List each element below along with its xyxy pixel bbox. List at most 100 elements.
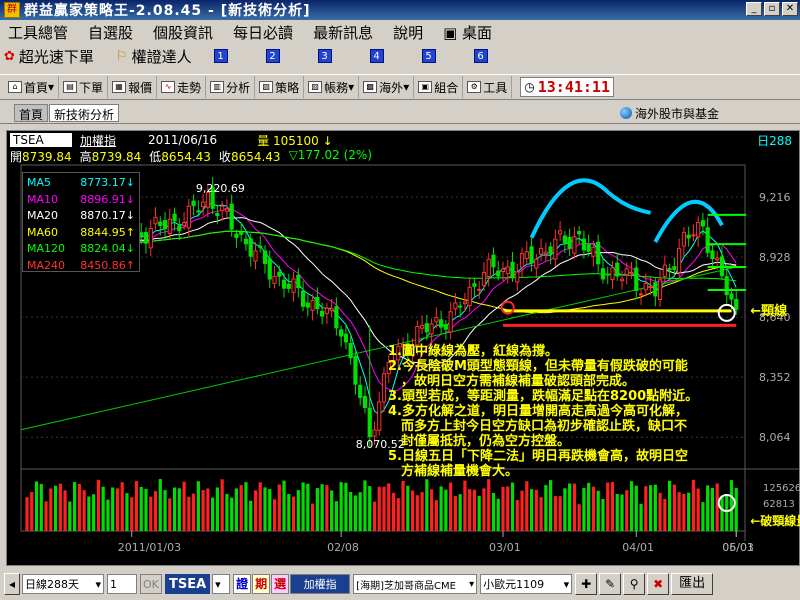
menu-desktop[interactable]: ▣ 桌面 (443, 22, 492, 43)
candle-body (667, 267, 672, 271)
volume-bar (553, 496, 557, 531)
delete-button[interactable]: ✖ (647, 573, 670, 595)
volume-bar (591, 486, 596, 531)
quick-6-button[interactable]: 6 (473, 49, 488, 63)
fast-order-button[interactable]: ✿ 超光速下單 (4, 46, 94, 67)
quick-2-button[interactable]: 2 (265, 49, 280, 63)
quick-3-button[interactable]: 3 (317, 49, 332, 63)
tools-button[interactable]: ⚙ 工具 (463, 76, 513, 98)
volume-bar (358, 492, 362, 531)
volume-bar (311, 503, 315, 531)
index-name-field[interactable]: 加權指 (290, 574, 351, 594)
volume-bar (501, 486, 505, 531)
symbol-input[interactable]: TSEA (165, 574, 211, 594)
tools-icon: ⚙ (467, 81, 482, 93)
order-button[interactable]: ▤ 下單 (59, 76, 109, 98)
candle-body (429, 323, 434, 335)
clock: ◷ 13:41:11 (520, 77, 614, 97)
menu-watchlist[interactable]: 自選股 (88, 22, 133, 43)
warrant-button[interactable]: ⚐ 權證達人 (116, 46, 192, 67)
volume-bar (315, 488, 319, 531)
ma-legend-value: 8896.91↓ (80, 192, 135, 206)
overseas-label: 海外 (379, 80, 404, 95)
candle-body (439, 319, 444, 328)
options-button[interactable]: 選 (271, 574, 290, 594)
volume-bar (487, 479, 491, 531)
volume-bar (725, 494, 729, 531)
account-button[interactable]: ▨ 帳務 ▾ (304, 76, 360, 98)
minimize-button[interactable]: _ (746, 2, 762, 16)
home-label: 首頁 (24, 80, 49, 95)
symbol-dropdown[interactable]: ▾ (212, 574, 231, 594)
index-name[interactable]: 加權指 (80, 132, 116, 149)
volume-bar (68, 501, 72, 531)
menu-news[interactable]: 最新訊息 (313, 22, 373, 43)
trend-label: 走勢 (177, 80, 202, 95)
open-label: 開 (10, 150, 23, 164)
volume-bar (30, 492, 34, 531)
volume-bar (444, 489, 448, 531)
menu-bar: 工具總管 自選股 個股資訊 每日必讀 最新訊息 說明 ▣ 桌面 (0, 20, 800, 44)
volume-bar (120, 482, 124, 531)
menu-daily[interactable]: 每日必讀 (233, 22, 293, 43)
candle-body (253, 250, 258, 262)
quick-1-button[interactable]: 1 (213, 49, 228, 63)
contract-select[interactable]: 小歐元1109 ▾ (480, 574, 573, 594)
tab-home[interactable]: 首頁 (14, 103, 49, 122)
x-tick-label: 03/01 (489, 541, 521, 554)
stock-button[interactable]: 證 (233, 574, 252, 594)
wrench-icon[interactable]: ✎ (599, 573, 622, 595)
volume-bar (458, 494, 462, 531)
annotation-line: ，故明日空方需補線補量破認頭部完成。 (388, 374, 636, 389)
quote-button[interactable]: ▦ 報價 (108, 76, 158, 98)
volume-bar (601, 499, 605, 531)
menu-help[interactable]: 說明 (393, 22, 423, 43)
volume-bar (587, 482, 591, 531)
candle-body (591, 246, 596, 257)
futures-button[interactable]: 期 (252, 574, 271, 594)
volume-bar (301, 482, 305, 531)
candle-body (286, 283, 291, 289)
annotation-line: 封僅屬抵抗，仍為空方控盤。 (388, 434, 571, 449)
ma-legend-name: MA120 (27, 242, 66, 255)
days-label[interactable]: 日288 (757, 132, 792, 149)
menu-stock-info[interactable]: 個股資訊 (153, 22, 213, 43)
candle-body (162, 220, 168, 230)
combo-button[interactable]: ▣ 組合 (414, 76, 464, 98)
volume-bar (149, 496, 153, 531)
foreign-futures-select[interactable]: [海期]芝加哥商品CME ▾ (353, 574, 478, 594)
count-input[interactable]: 1 (107, 574, 137, 594)
quick-4-button[interactable]: 4 (369, 49, 384, 63)
overseas-funds-link[interactable]: 海外股市與基金 (620, 104, 719, 122)
zoom-button[interactable]: ⚲ (623, 573, 646, 595)
strategy-button[interactable]: ▧ 策略 (255, 76, 305, 98)
ok-button[interactable]: OK (140, 574, 162, 594)
candle-body (605, 273, 610, 276)
overseas-button[interactable]: ▩ 海外 ▾ (359, 76, 415, 98)
candle-body (362, 395, 368, 408)
annotation-line: 4.多方化解之道，明日量增開高走高過今高可化解， (388, 404, 688, 419)
candle-body (715, 257, 720, 261)
close-button[interactable]: ✕ (782, 2, 798, 16)
add-button[interactable]: ✚ (575, 573, 598, 595)
menu-tools[interactable]: 工具總管 (8, 22, 68, 43)
volume-bar (668, 480, 672, 531)
tab-new-analysis[interactable]: 新技術分析 (49, 103, 120, 122)
period-select[interactable]: 日線288天 ▾ (22, 574, 104, 594)
quick-5-button[interactable]: 5 (421, 49, 436, 63)
candle-body (143, 232, 149, 244)
volume-bar (410, 490, 415, 531)
breakdown-circle (717, 303, 736, 322)
restore-button[interactable]: ▫ (764, 2, 780, 16)
candle-body (677, 248, 682, 273)
candle-body (272, 275, 277, 284)
volume-bar (192, 493, 196, 531)
symbol-label[interactable]: TSEA (10, 133, 72, 147)
home-button[interactable]: ⌂ 首頁 ▾ (4, 76, 60, 98)
candle-body (324, 307, 329, 314)
export-button[interactable]: 匯出 (671, 573, 714, 595)
scroll-left-button[interactable]: ◂ (4, 573, 20, 595)
trend-button[interactable]: ∿ 走勢 (157, 76, 207, 98)
volume-bar (682, 493, 686, 531)
analysis-button[interactable]: ▥ 分析 (206, 76, 256, 98)
